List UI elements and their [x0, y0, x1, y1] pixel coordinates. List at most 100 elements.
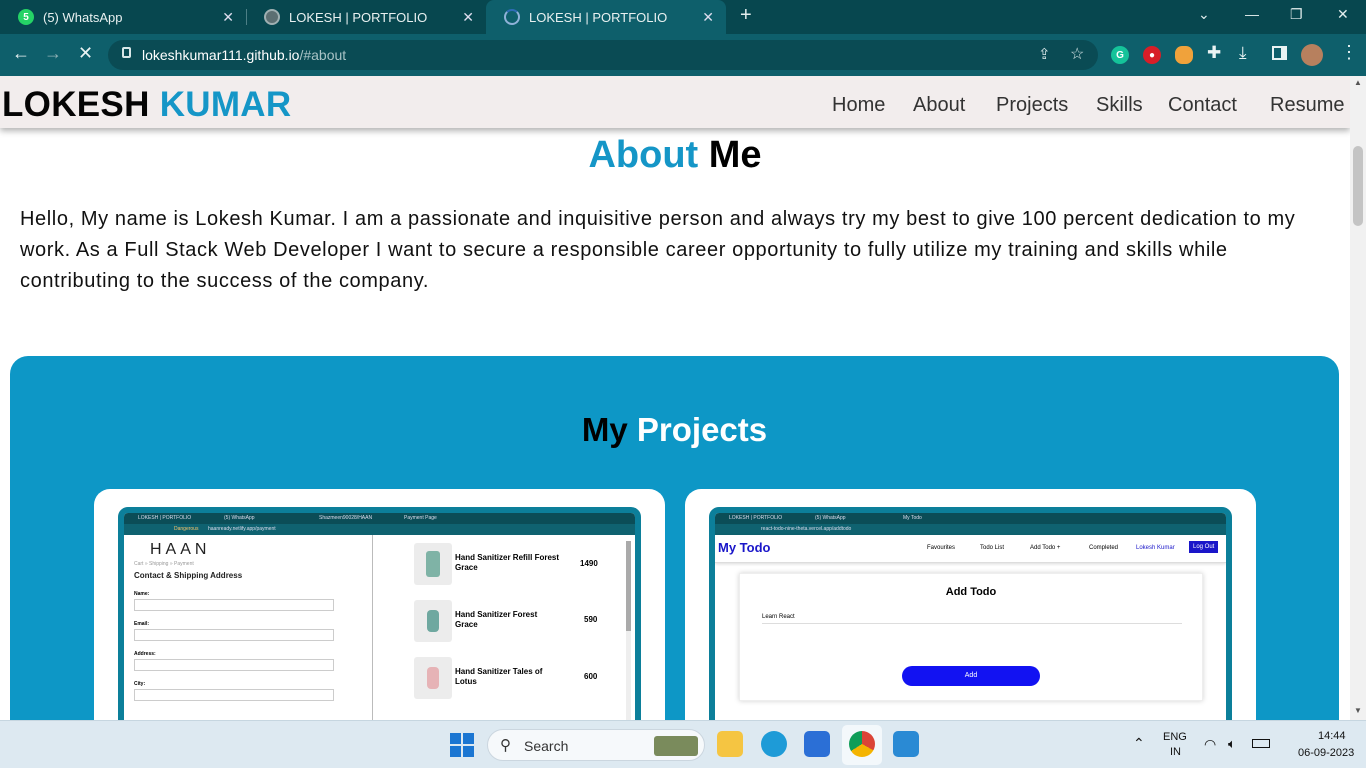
forward-button[interactable]: → — [44, 43, 62, 64]
grammarly-icon[interactable]: G — [1111, 46, 1129, 64]
microsoft-store-icon[interactable] — [804, 731, 830, 757]
nav-skills-link[interactable]: Skills — [1096, 94, 1143, 117]
minimize-button[interactable]: — — [1245, 6, 1259, 22]
project-card-todo[interactable]: LOKESH | PORTFOLIO (5) WhatsApp My Todo … — [685, 489, 1256, 720]
search-label: Search — [524, 738, 569, 754]
clock-date[interactable]: 06-09-2023 — [1298, 747, 1354, 759]
address-bar[interactable]: lokeshkumar111.github.io/#about ⇪ ☆ — [108, 40, 1098, 70]
nav-projects-link[interactable]: Projects — [996, 94, 1068, 117]
url-text: lokeshkumar111.github.io/#about — [142, 47, 347, 63]
mini-toolbar: Dangerous haanready.netlify.app/payment — [124, 524, 635, 535]
project-screenshot-todo: LOKESH | PORTFOLIO (5) WhatsApp My Todo … — [709, 507, 1232, 720]
bookmark-star-icon[interactable]: ☆ — [1070, 44, 1084, 64]
mini-tab-strip: LOKESH | PORTFOLIO (5) WhatsApp Shazmeen… — [124, 513, 635, 524]
site-logo[interactable]: LOKESH KUMAR — [2, 85, 291, 125]
whatsapp-icon: 5 — [18, 9, 34, 25]
about-paragraph: Hello, My name is Lokesh Kumar. I am a p… — [20, 208, 1296, 292]
extension-red-icon[interactable]: ● — [1143, 46, 1161, 64]
tab-search-chevron-icon[interactable]: ⌄ — [1198, 6, 1210, 23]
restore-button[interactable]: ❐ — [1290, 6, 1303, 23]
scroll-down-arrow[interactable]: ▼ — [1354, 706, 1362, 715]
tab-whatsapp[interactable]: 5 (5) WhatsApp ✕ — [0, 0, 246, 34]
stop-loading-button[interactable]: ✕ — [78, 43, 93, 64]
nav-resume-link[interactable]: Resume — [1270, 94, 1344, 117]
close-tab-icon[interactable]: ✕ — [462, 9, 474, 26]
scroll-up-arrow[interactable]: ▲ — [1354, 78, 1362, 87]
tab-portfolio[interactable]: LOKESH | PORTFOLIO ✕ — [246, 0, 486, 34]
mini-field-label: Email: — [134, 621, 150, 627]
menu-kebab-icon[interactable]: ⋮ — [1340, 42, 1358, 63]
nav-contact-link[interactable]: Contact — [1168, 94, 1237, 117]
product-name: Hand Sanitizer Forest Grace — [455, 610, 538, 629]
mini-field-box — [134, 689, 334, 701]
mini-form-title: Contact & Shipping Address — [134, 571, 243, 580]
mini-tab-strip: LOKESH | PORTFOLIO (5) WhatsApp My Todo — [715, 513, 1226, 524]
page-viewport: LOKESH KUMAR Home About Projects Skills … — [0, 76, 1350, 720]
mini-toolbar: react-todo-nine-theta.vercel.app/addtodo — [715, 524, 1226, 535]
region-indicator[interactable]: IN — [1170, 746, 1181, 758]
browser-tab-strip: 5 (5) WhatsApp ✕ LOKESH | PORTFOLIO ✕ LO… — [0, 0, 1366, 34]
globe-icon — [264, 9, 280, 25]
projects-section: My Projects LOKESH | PORTFOLIO (5) Whats… — [10, 356, 1339, 720]
scrollbar-thumb[interactable] — [1353, 146, 1363, 226]
product-price: 1490 — [580, 559, 598, 568]
close-tab-icon[interactable]: ✕ — [702, 9, 714, 26]
search-icon: ⚲ — [500, 737, 511, 754]
mini-field-box — [134, 599, 334, 611]
file-explorer-icon[interactable] — [717, 731, 743, 757]
close-tab-icon[interactable]: ✕ — [222, 9, 234, 26]
loading-icon — [504, 9, 520, 25]
nav-about-link[interactable]: About — [913, 94, 965, 117]
edge-icon[interactable] — [761, 731, 787, 757]
lock-icon — [122, 47, 131, 58]
extension-orange-icon[interactable] — [1175, 46, 1193, 64]
taskbar-search-box[interactable]: ⚲ Search — [487, 729, 705, 761]
new-tab-button[interactable]: + — [740, 4, 752, 27]
mini-field-box — [134, 629, 334, 641]
close-window-button[interactable]: ✕ — [1337, 6, 1349, 23]
tab-title: (5) WhatsApp — [43, 9, 123, 25]
profile-avatar[interactable] — [1301, 44, 1323, 66]
mini-field-label: Address: — [134, 651, 156, 657]
back-button[interactable]: ← — [12, 43, 30, 64]
mini-scrollbar — [626, 541, 631, 720]
mini-field-label: Name: — [134, 591, 150, 597]
volume-icon[interactable]: 🔈︎ — [1228, 736, 1236, 752]
download-icon[interactable]: ⤓ — [1239, 43, 1247, 63]
product-image — [414, 600, 452, 642]
share-icon[interactable]: ⇪ — [1038, 45, 1051, 63]
mini-field-label: City: — [134, 681, 146, 687]
tray-chevron-icon[interactable]: ⌃ — [1133, 735, 1145, 752]
chrome-icon[interactable] — [849, 731, 875, 757]
clock-time[interactable]: 14:44 — [1318, 730, 1346, 742]
project-card-haan[interactable]: LOKESH | PORTFOLIO (5) WhatsApp Shazmeen… — [94, 489, 665, 720]
project-screenshot-haan: LOKESH | PORTFOLIO (5) WhatsApp Shazmeen… — [118, 507, 641, 720]
language-indicator[interactable]: ENG — [1163, 731, 1187, 743]
search-highlight-image — [654, 736, 698, 756]
nav-home-link[interactable]: Home — [832, 94, 885, 117]
projects-heading: My Projects — [581, 411, 768, 448]
tab-portfolio-active[interactable]: LOKESH | PORTFOLIO ✕ — [486, 0, 726, 34]
vscode-icon[interactable] — [893, 731, 919, 757]
haan-logo: HAAN — [150, 541, 211, 558]
page-scrollbar[interactable]: ▲ ▼ — [1350, 76, 1366, 720]
extensions-puzzle-icon[interactable]: ✚ — [1207, 43, 1221, 63]
mini-todo-card: Add Todo Learn React Add — [739, 573, 1203, 701]
product-price: 600 — [584, 672, 598, 681]
mini-navbar: My Todo Favourites Todo List Add Todo + … — [715, 535, 1226, 563]
product-image — [414, 543, 452, 585]
browser-toolbar: ← → ✕ lokeshkumar111.github.io/#about ⇪ … — [0, 34, 1366, 76]
windows-taskbar: ⚲ Search ⌃ ENG IN ◠ 🔈︎ 14:44 06-09-2023 — [0, 720, 1366, 768]
tab-title: LOKESH | PORTFOLIO — [529, 9, 668, 25]
product-name: Hand Sanitizer Tales of Lotus — [455, 667, 543, 686]
tab-title: LOKESH | PORTFOLIO — [289, 9, 428, 25]
mini-field-box — [134, 659, 334, 671]
site-navbar: LOKESH KUMAR Home About Projects Skills … — [0, 76, 1350, 128]
product-price: 590 — [584, 615, 598, 624]
about-heading: About Me — [588, 134, 762, 176]
windows-start-icon[interactable] — [450, 733, 474, 757]
mini-divider — [372, 535, 373, 720]
wifi-icon[interactable]: ◠ — [1204, 736, 1216, 753]
side-panel-icon[interactable] — [1272, 46, 1287, 60]
battery-icon[interactable] — [1252, 739, 1270, 748]
